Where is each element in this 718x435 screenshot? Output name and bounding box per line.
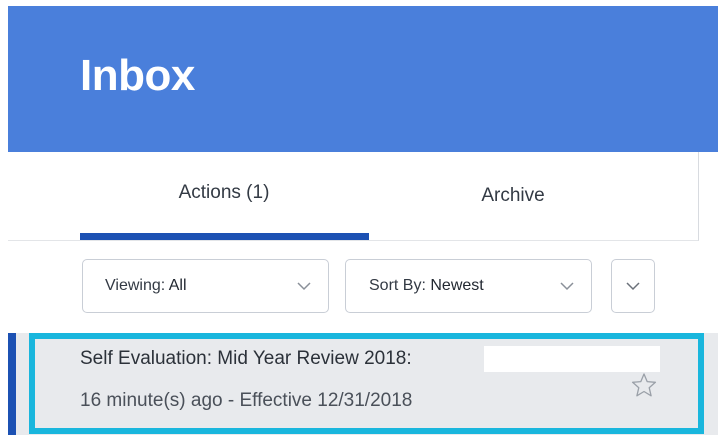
inbox-page: Inbox Actions (1) Archive Viewing: All S…: [0, 0, 718, 435]
sort-text: Sort By: Newest: [369, 277, 557, 295]
sort-prefix: Sort By:: [369, 277, 426, 294]
chevron-down-icon: [623, 276, 643, 296]
tab-actions[interactable]: Actions (1): [80, 152, 368, 240]
tab-archive[interactable]: Archive: [368, 152, 658, 240]
more-options-dropdown[interactable]: [611, 259, 655, 313]
star-icon[interactable]: [631, 372, 657, 398]
tab-archive-label: Archive: [481, 185, 545, 206]
selected-item-accent: [8, 333, 16, 435]
viewing-filter-value: All: [168, 277, 187, 294]
viewing-filter-text: Viewing: All: [105, 277, 294, 295]
chevron-down-icon: [557, 276, 577, 296]
tab-bar: Actions (1) Archive: [8, 152, 699, 241]
viewing-filter-dropdown[interactable]: Viewing: All: [82, 259, 329, 313]
redacted-area: [484, 346, 660, 372]
sort-dropdown[interactable]: Sort By: Newest: [345, 259, 592, 313]
active-tab-indicator: [80, 233, 369, 240]
inbox-item-title[interactable]: Self Evaluation: Mid Year Review 2018:: [80, 348, 412, 370]
chevron-down-icon: [294, 276, 314, 296]
sort-value: Newest: [430, 277, 484, 294]
page-title: Inbox: [80, 51, 195, 100]
inbox-item-meta: 16 minute(s) ago - Effective 12/31/2018: [80, 390, 413, 411]
inbox-header: Inbox: [8, 6, 718, 152]
viewing-filter-prefix: Viewing:: [105, 277, 166, 294]
tab-actions-label: Actions (1): [178, 182, 270, 203]
